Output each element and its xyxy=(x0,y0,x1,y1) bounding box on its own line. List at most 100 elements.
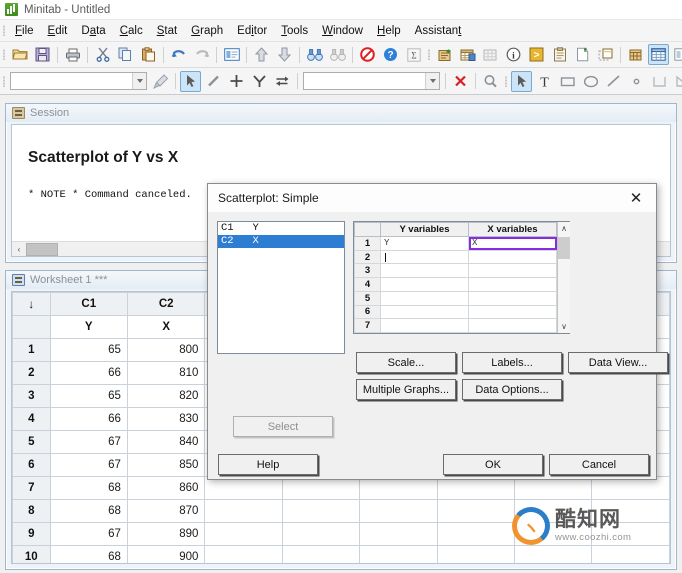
menu-graph[interactable]: Graph xyxy=(184,23,230,39)
cell-c3[interactable] xyxy=(204,522,283,546)
crosshair-line-icon[interactable] xyxy=(203,71,224,92)
toolbar-grip-2[interactable] xyxy=(425,42,433,67)
select-arrow-icon[interactable] xyxy=(180,70,201,92)
cell-c5[interactable] xyxy=(359,522,438,546)
menu-tools[interactable]: Tools xyxy=(274,23,315,39)
menu-window[interactable]: Window xyxy=(315,23,370,39)
find-next-binoculars-icon[interactable] xyxy=(327,44,348,65)
grid-cell-y-5[interactable] xyxy=(380,290,469,306)
worksheet-name-c2[interactable]: X xyxy=(126,315,206,339)
find-binoculars-icon[interactable] xyxy=(304,44,325,65)
graph-annotation-combo[interactable] xyxy=(10,72,147,90)
help-button[interactable]: Help xyxy=(218,454,318,475)
move-up-icon[interactable] xyxy=(251,44,272,65)
session-window-icon[interactable] xyxy=(221,44,242,65)
show-graphs-icon[interactable] xyxy=(671,44,682,65)
scroll-down-icon[interactable]: ∨ xyxy=(558,320,570,333)
cell-c2[interactable]: 830 xyxy=(126,407,206,431)
new-worksheet-grid-icon[interactable] xyxy=(457,44,478,65)
polyline-tool-icon[interactable] xyxy=(672,71,682,92)
table-row[interactable]: 7 xyxy=(354,318,557,333)
magnifier-icon[interactable] xyxy=(480,71,501,92)
worksheet-name-c1[interactable]: Y xyxy=(49,315,128,339)
cell-c6[interactable] xyxy=(436,499,516,523)
grid-cell-y-3[interactable] xyxy=(380,263,469,279)
help-question-icon[interactable]: ? xyxy=(380,44,401,65)
table-row[interactable]: 10 68 900 xyxy=(12,545,670,563)
menu-editor[interactable]: Editor xyxy=(230,23,274,39)
grid-cell-x-7[interactable] xyxy=(468,318,557,333)
print-icon[interactable] xyxy=(62,44,83,65)
open-folder-icon[interactable] xyxy=(9,44,30,65)
cell-c1[interactable]: 66 xyxy=(49,361,128,385)
grid-cell-x-5[interactable] xyxy=(468,290,557,306)
table-row[interactable]: 1 Y X xyxy=(354,236,557,251)
cell-c7[interactable] xyxy=(514,522,593,546)
delete-x-icon[interactable] xyxy=(450,71,471,92)
cell-c6[interactable] xyxy=(436,545,516,563)
grid-cell-y-4[interactable] xyxy=(380,277,469,292)
menu-data[interactable]: Data xyxy=(74,23,112,39)
grid-cell-x-6[interactable] xyxy=(468,304,557,320)
cell-c5[interactable] xyxy=(359,545,438,563)
list-item[interactable]: C1 Y xyxy=(218,222,344,235)
cell-c7[interactable] xyxy=(514,545,593,563)
current-data-window-icon[interactable] xyxy=(648,44,669,65)
scroll-up-icon[interactable]: ∧ xyxy=(558,222,570,235)
toolbar-grip-5[interactable] xyxy=(502,68,510,94)
cell-c7[interactable] xyxy=(514,499,593,523)
cancel-button[interactable]: Cancel xyxy=(549,454,649,475)
list-item[interactable]: C2 X xyxy=(218,235,344,248)
cell-c1[interactable]: 67 xyxy=(49,453,128,477)
table-row[interactable]: 3 xyxy=(354,263,557,279)
cell-c2[interactable]: 850 xyxy=(126,453,206,477)
menu-calc[interactable]: Calc xyxy=(113,23,150,39)
cell-c2[interactable]: 840 xyxy=(126,430,206,454)
table-row[interactable]: 9 67 890 xyxy=(12,522,670,546)
new-graph-icon[interactable] xyxy=(572,44,593,65)
cell-c4[interactable] xyxy=(281,499,361,523)
close-icon[interactable]: ✕ xyxy=(616,184,656,212)
paste-icon[interactable] xyxy=(138,44,159,65)
cell-c1[interactable]: 68 xyxy=(49,545,128,563)
show-worksheets-icon[interactable] xyxy=(625,44,646,65)
scatterplot-simple-dialog[interactable]: Scatterplot: Simple ✕ C1 Y C2 X Y variab… xyxy=(207,183,668,480)
table-row[interactable]: 4 xyxy=(354,277,557,292)
grid-cell-x-1[interactable]: X xyxy=(468,236,557,251)
copy-icon[interactable] xyxy=(115,44,136,65)
polygon-tool-icon[interactable] xyxy=(649,71,670,92)
cell-c2[interactable]: 810 xyxy=(126,361,206,385)
select-tool-icon[interactable] xyxy=(511,70,532,92)
grid-cell-x-4[interactable] xyxy=(468,277,557,292)
chevron-down-icon[interactable] xyxy=(132,73,146,89)
cell-c1[interactable]: 67 xyxy=(49,430,128,454)
menu-grip-handle[interactable] xyxy=(0,20,8,41)
toolbar-grip-1[interactable] xyxy=(0,42,8,67)
marker-dot-tool-icon[interactable] xyxy=(626,71,647,92)
save-icon[interactable] xyxy=(32,44,53,65)
cell-c5[interactable] xyxy=(359,499,438,523)
cell-c1[interactable]: 65 xyxy=(49,384,128,408)
redo-arrow-icon[interactable] xyxy=(191,44,212,65)
cell-c10[interactable] xyxy=(591,545,670,563)
table-row[interactable]: 5 xyxy=(354,290,557,306)
menu-file[interactable]: File xyxy=(8,23,41,39)
grid-cell-y-7[interactable] xyxy=(380,318,469,333)
grid-cell-x-3[interactable] xyxy=(468,263,557,279)
sigma-icon[interactable]: Σ xyxy=(403,44,424,65)
cell-c1[interactable]: 66 xyxy=(49,407,128,431)
cell-c2[interactable]: 860 xyxy=(126,476,206,500)
grid-cell-y-6[interactable] xyxy=(380,304,469,320)
menu-stat[interactable]: Stat xyxy=(150,23,184,39)
menu-help[interactable]: Help xyxy=(370,23,408,39)
cell-c2[interactable]: 820 xyxy=(126,384,206,408)
cell-c1[interactable]: 65 xyxy=(49,338,128,362)
worksheet-corner-cell[interactable]: ↓ xyxy=(12,292,51,316)
graph-element-combo[interactable] xyxy=(303,72,440,90)
duplicate-graph-icon[interactable] xyxy=(595,44,616,65)
grid-cell-x-2[interactable] xyxy=(468,249,557,265)
data-options-button[interactable]: Data Options... xyxy=(462,379,562,400)
table-row[interactable]: 8 68 870 xyxy=(12,499,670,523)
cell-c10[interactable] xyxy=(591,499,670,523)
cell-c2[interactable]: 890 xyxy=(126,522,206,546)
